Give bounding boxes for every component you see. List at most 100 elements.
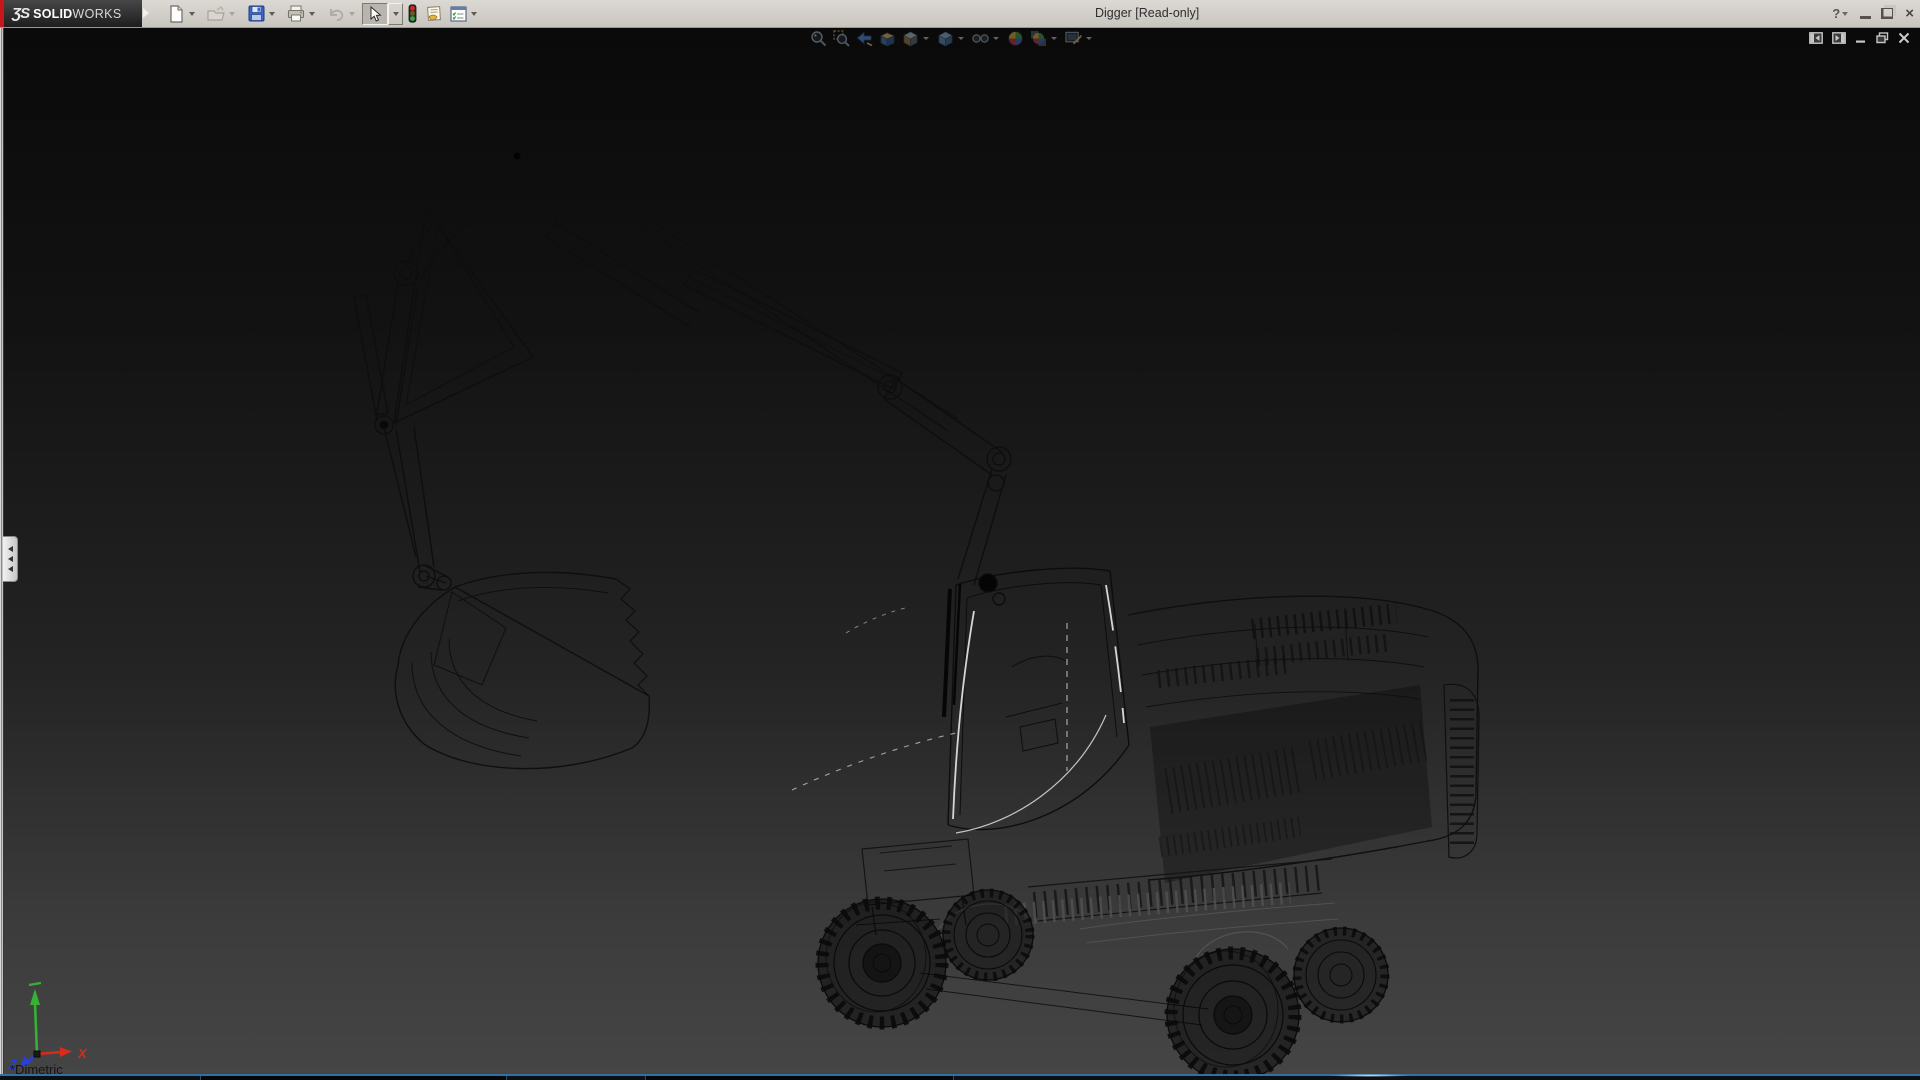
select-tool-button[interactable]: [362, 3, 388, 25]
hide-show-items-button[interactable]: [972, 29, 989, 47]
undo-icon: [327, 6, 345, 22]
doc-minimize-button[interactable]: [1855, 32, 1867, 44]
titlebar: ƷS SOLIDWORKS: [0, 0, 1920, 28]
close-x-icon: [1898, 32, 1910, 44]
engine-housing: [1128, 596, 1479, 883]
rebuild-button[interactable]: [406, 4, 418, 24]
new-document-dropdown[interactable]: [186, 4, 198, 24]
previous-view-button[interactable]: [856, 29, 873, 47]
restore-icon[interactable]: [1881, 8, 1893, 19]
print-dropdown[interactable]: [306, 4, 318, 24]
digger-wireframe-model: [0, 27, 1920, 1074]
magnifier-icon: [810, 30, 827, 47]
minimize-icon[interactable]: [1860, 16, 1871, 19]
restore-icon: [1876, 32, 1889, 44]
edit-appearance-button[interactable]: [1007, 29, 1024, 47]
scene-sphere-icon: [1030, 30, 1047, 47]
help-dropdown-icon[interactable]: [1842, 12, 1848, 16]
zoom-to-fit-button[interactable]: [810, 29, 827, 47]
view-cube-icon: [902, 30, 919, 47]
view-settings-icon: [1065, 30, 1082, 46]
standard-toolbar: [166, 2, 480, 25]
brand-text-light: WORKS: [72, 7, 121, 21]
toggle-right-pane-button[interactable]: [1832, 32, 1846, 44]
collapse-arrow-icon: [8, 556, 13, 562]
eyeglasses-icon: [972, 32, 989, 44]
magnifier-area-icon: [833, 30, 850, 47]
file-properties-icon: [425, 5, 443, 22]
pane-left-icon: [1809, 32, 1823, 44]
triad-x-label: X: [77, 1046, 88, 1061]
solidworks-window: ƷS SOLIDWORKS: [0, 0, 1920, 1080]
solidworks-logo: ƷS SOLIDWORKS: [4, 0, 142, 27]
wheels: [818, 890, 1388, 1074]
hide-show-items-dropdown[interactable]: [991, 30, 1001, 46]
cab: [944, 568, 1129, 829]
save-dropdown[interactable]: [266, 4, 278, 24]
taskbar-button-sliver[interactable]: [200, 1076, 507, 1080]
headsup-view-toolbar: [810, 28, 1100, 48]
bucket: [395, 572, 649, 768]
save-button[interactable]: [246, 4, 266, 24]
options-icon: [450, 6, 467, 22]
orientation-triad: X Z: [8, 975, 98, 1070]
print-button[interactable]: [286, 4, 306, 24]
open-dropdown[interactable]: [226, 4, 238, 24]
view-orientation-dropdown[interactable]: [921, 30, 931, 46]
undo-dropdown[interactable]: [346, 4, 358, 24]
section-view-icon: [879, 30, 896, 47]
brand-text-bold: SOLID: [33, 7, 72, 21]
doc-restore-button[interactable]: [1876, 32, 1889, 44]
triad-origin: [34, 1051, 40, 1057]
view-settings-button[interactable]: [1065, 29, 1082, 47]
new-document-icon: [168, 5, 185, 23]
select-arrow-icon: [369, 6, 382, 22]
select-tool-dropdown[interactable]: [388, 3, 403, 25]
close-icon[interactable]: ×: [1905, 6, 1914, 21]
help-button[interactable]: ?: [1832, 6, 1840, 21]
display-style-cube-icon: [937, 30, 954, 47]
zoom-to-area-button[interactable]: [833, 29, 850, 47]
pane-right-icon: [1832, 32, 1846, 44]
graphics-viewport[interactable]: X Z *Dimetric: [0, 27, 1920, 1074]
undo-button[interactable]: [326, 4, 346, 24]
boom-assembly: [354, 139, 1011, 590]
view-orientation-button[interactable]: [902, 29, 919, 47]
collapse-arrow-icon: [8, 546, 13, 552]
save-icon: [248, 5, 265, 22]
traffic-light-icon: [408, 4, 417, 23]
apply-scene-button[interactable]: [1030, 29, 1047, 47]
options-dropdown[interactable]: [468, 4, 480, 24]
triad-x-axis: X: [37, 1046, 88, 1061]
wheel-front-right: [943, 890, 1033, 980]
document-title: Digger [Read-only]: [1095, 6, 1199, 20]
triad-y-axis: [29, 983, 41, 1054]
taskbar-highlight: [1330, 1074, 1410, 1077]
wheel-rear-right: [1294, 928, 1388, 1022]
collapsed-panel-tab[interactable]: [3, 536, 18, 582]
display-style-button[interactable]: [937, 29, 954, 47]
solidworks-logo-glyph: ƷS: [12, 5, 29, 22]
previous-view-icon: [856, 30, 873, 47]
new-document-button[interactable]: [166, 4, 186, 24]
print-icon: [287, 5, 305, 22]
appearance-sphere-icon: [1007, 30, 1024, 47]
section-view-button[interactable]: [879, 29, 896, 47]
open-button[interactable]: [206, 4, 226, 24]
doc-close-button[interactable]: [1898, 32, 1910, 44]
taskbar-edge[interactable]: [0, 1074, 1920, 1080]
options-button[interactable]: [448, 4, 468, 24]
view-orientation-label: *Dimetric: [10, 1062, 63, 1074]
display-style-dropdown[interactable]: [956, 30, 966, 46]
toggle-left-pane-button[interactable]: [1809, 32, 1823, 44]
taskbar-button-sliver[interactable]: [645, 1076, 954, 1080]
wheel-rear-left: [1167, 949, 1299, 1074]
menu-flyout-arrow-icon[interactable]: [143, 8, 149, 18]
wheel-front-left: [818, 899, 946, 1027]
document-window-controls: [1809, 30, 1910, 46]
file-properties-button[interactable]: [424, 4, 444, 24]
apply-scene-dropdown[interactable]: [1049, 30, 1059, 46]
window-controls: ? ×: [1832, 0, 1914, 27]
view-settings-dropdown[interactable]: [1084, 30, 1094, 46]
open-folder-icon: [207, 6, 226, 22]
